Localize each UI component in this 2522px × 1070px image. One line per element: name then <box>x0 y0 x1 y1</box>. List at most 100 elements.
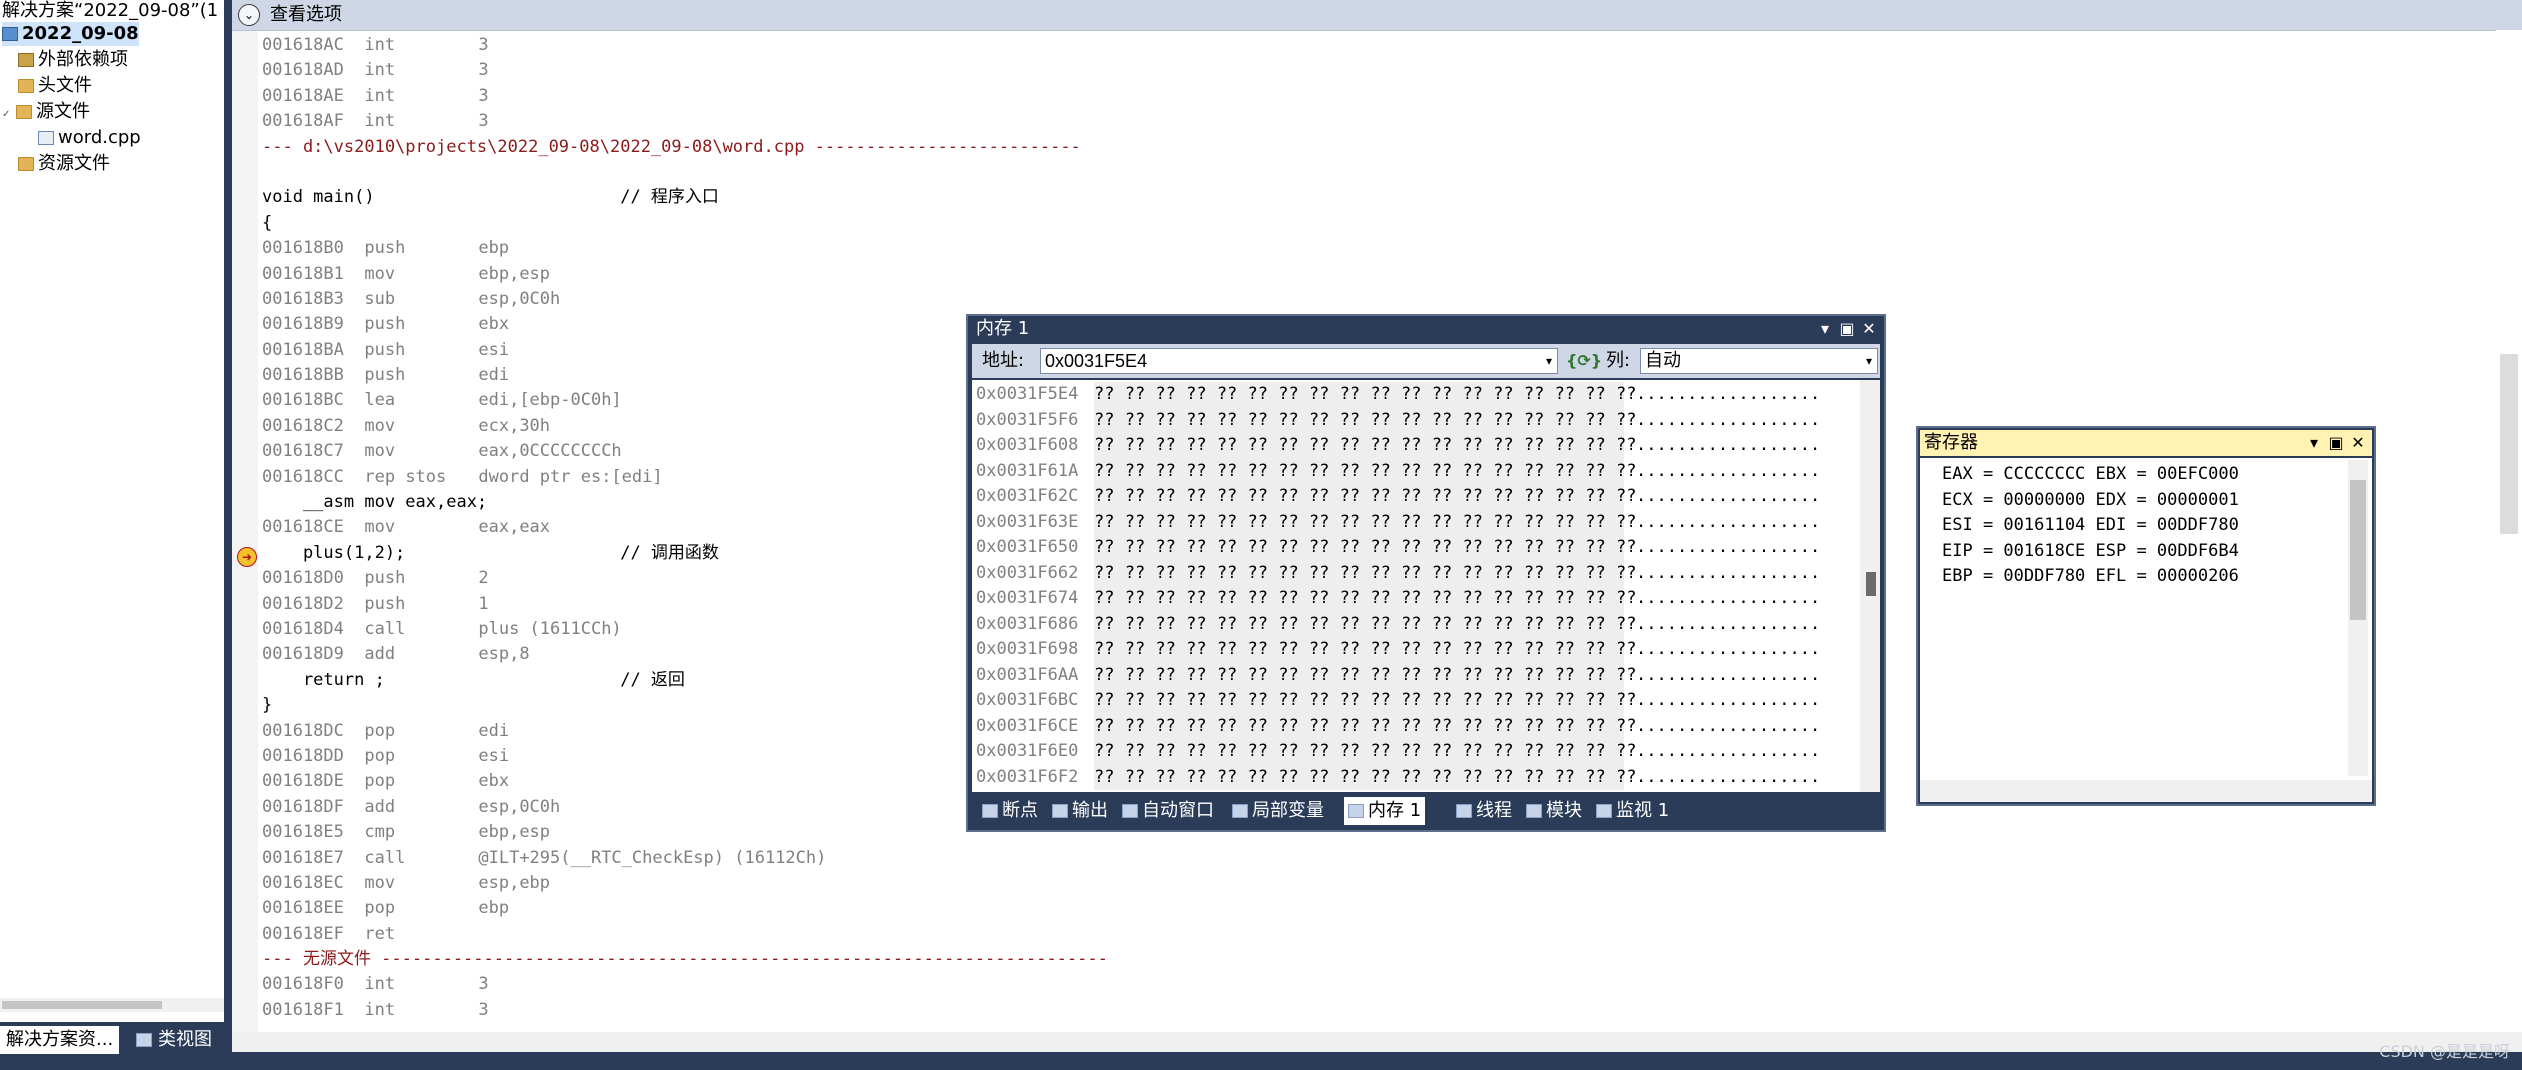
register-line[interactable]: EBP = 00DDF780 EFL = 00000206 <box>1942 564 2239 590</box>
memory-row[interactable]: 0x0031F63E ?? ?? ?? ?? ?? ?? ?? ?? ?? ?? … <box>976 509 1820 535</box>
tab-locals[interactable]: 局部变量 <box>1228 797 1328 825</box>
memory-hex-bytes: ?? ?? ?? ?? ?? ?? ?? ?? ?? ?? ?? ?? ?? ?… <box>1094 637 1636 663</box>
memory-row[interactable]: 0x0031F5F6 ?? ?? ?? ?? ?? ?? ?? ?? ?? ?? … <box>976 407 1820 433</box>
window-menu-dropdown-icon[interactable]: ▾ <box>1814 316 1836 342</box>
memory-row[interactable]: 0x0031F62C ?? ?? ?? ?? ?? ?? ?? ?? ?? ?? … <box>976 484 1820 510</box>
tree-item-project[interactable]: 2022_09-08 <box>2 22 139 46</box>
tab-solution-explorer[interactable]: 解决方案资... <box>0 1026 120 1054</box>
opcode: int <box>364 35 396 55</box>
solution-title[interactable]: 解决方案“2022_09-08”(1 个 <box>2 0 224 22</box>
close-icon[interactable]: ✕ <box>1858 316 1880 342</box>
asm-line[interactable]: 001618AF int 3 <box>262 109 1108 134</box>
separator-line[interactable]: --- d:\vs2010\projects\2022_09-08\2022_0… <box>262 135 1108 160</box>
tree-item-external-deps[interactable]: 外部依赖项 <box>18 48 128 72</box>
register-lines[interactable]: EAX = CCCCCCCC EBX = 00EFC000 ECX = 00000… <box>1942 462 2239 590</box>
asm-line[interactable]: 001618E7 call @ILT+295(__RTC_CheckEsp) (1… <box>262 846 1108 871</box>
memory-row[interactable]: 0x0031F698 ?? ?? ?? ?? ?? ?? ?? ?? ?? ?? … <box>976 637 1820 663</box>
memory-row[interactable]: 0x0031F674 ?? ?? ?? ?? ?? ?? ?? ?? ?? ?? … <box>976 586 1820 612</box>
asm-line[interactable]: 001618F1 int 3 <box>262 998 1108 1023</box>
instruction-address: 001618F1 <box>262 999 344 1020</box>
memory-hex-bytes: ?? ?? ?? ?? ?? ?? ?? ?? ?? ?? ?? ?? ?? ?… <box>1094 611 1636 637</box>
memory-hex-bytes: ?? ?? ?? ?? ?? ?? ?? ?? ?? ?? ?? ?? ?? ?… <box>1094 662 1636 688</box>
asm-line[interactable]: 001618B3 sub esp,0C0h <box>262 287 1108 312</box>
registers-window-titlebar[interactable]: 寄存器 ▾ ▣ ✕ <box>1920 430 2372 456</box>
scrollbar-thumb[interactable] <box>2 1001 162 1009</box>
tree-item-resource-files[interactable]: 资源文件 <box>18 152 110 176</box>
asm-line[interactable]: 001618EF ret <box>262 922 1108 947</box>
tab-output[interactable]: 输出 <box>1048 797 1112 825</box>
source-line: __asm mov eax,eax; <box>262 492 488 513</box>
asm-line[interactable]: 001618EE pop ebp <box>262 896 1108 921</box>
operands: esp,0C0h <box>478 288 561 309</box>
solution-explorer-panel: 解决方案“2022_09-08”(1 个 2022_09-08 外部依赖项 头文… <box>0 0 224 1022</box>
editor-horizontal-scrollbar[interactable] <box>232 1032 2522 1052</box>
tab-autos[interactable]: 自动窗口 <box>1118 797 1218 825</box>
register-line[interactable]: ESI = 00161104 EDI = 00DDF780 <box>1942 513 2239 539</box>
scrollbar-thumb[interactable] <box>1866 572 1876 596</box>
chevron-down-icon[interactable]: ▾ <box>1860 348 1878 374</box>
chevron-down-icon[interactable]: ▾ <box>1540 348 1558 374</box>
scrollbar-thumb[interactable] <box>2350 480 2366 620</box>
memory-rows[interactable]: 0x0031F5E4 ?? ?? ?? ?? ?? ?? ?? ?? ?? ?? … <box>976 382 1820 790</box>
close-icon[interactable]: ✕ <box>2348 430 2368 456</box>
asm-line[interactable]: 001618B0 push ebp <box>262 236 1108 261</box>
solution-horizontal-scrollbar[interactable] <box>0 998 224 1012</box>
memory-vertical-scrollbar[interactable] <box>1860 380 1880 792</box>
registers-horizontal-scrollbar[interactable] <box>1920 780 2372 802</box>
registers-vertical-scrollbar[interactable] <box>2348 460 2368 776</box>
tab-breakpoints[interactable]: 断点 <box>978 797 1042 825</box>
columns-select[interactable]: 自动 <box>1640 348 1878 374</box>
view-options-bar: ⌄ 查看选项 <box>232 0 2522 31</box>
tab-watch[interactable]: 监视 1 <box>1592 797 1673 825</box>
view-options-label[interactable]: 查看选项 <box>270 3 342 27</box>
memory-window-titlebar[interactable]: 内存 1 ▾ ▣ ✕ <box>968 316 1884 342</box>
tab-threads[interactable]: 线程 <box>1452 797 1516 825</box>
tab-modules[interactable]: 模块 <box>1522 797 1586 825</box>
registers-content[interactable]: EAX = CCCCCCCC EBX = 00EFC000 ECX = 00000… <box>1920 458 2372 802</box>
memory-row[interactable]: 0x0031F61A ?? ?? ?? ?? ?? ?? ?? ?? ?? ?? … <box>976 458 1820 484</box>
separator-line[interactable]: --- 无源文件 -------------------------------… <box>262 947 1108 972</box>
tab-label: 内存 1 <box>1368 800 1422 821</box>
asm-line[interactable]: 001618AC int 3 <box>262 33 1108 58</box>
maximize-icon[interactable]: ▣ <box>1836 316 1858 342</box>
address-input[interactable]: 0x0031F5E4 <box>1040 348 1558 374</box>
window-menu-dropdown-icon[interactable]: ▾ <box>2304 430 2324 456</box>
source-code-line[interactable]: { <box>262 211 1108 236</box>
tree-item-word-cpp[interactable]: word.cpp <box>38 126 141 150</box>
reevaluate-icon[interactable]: {⟳} <box>1566 348 1602 374</box>
expand-chevron-icon[interactable]: ✓ <box>2 103 16 127</box>
tab-class-view[interactable]: 类视图 <box>130 1026 218 1054</box>
maximize-icon[interactable]: ▣ <box>2326 430 2346 456</box>
asm-line[interactable]: 001618B1 mov ebp,esp <box>262 262 1108 287</box>
scrollbar-thumb[interactable] <box>2500 354 2518 534</box>
memory-row[interactable]: 0x0031F650 ?? ?? ?? ?? ?? ?? ?? ?? ?? ?? … <box>976 535 1820 561</box>
tab-memory[interactable]: 内存 1 <box>1344 797 1426 825</box>
asm-line[interactable]: 001618F0 int 3 <box>262 972 1108 997</box>
memory-hex-bytes: ?? ?? ?? ?? ?? ?? ?? ?? ?? ?? ?? ?? ?? ?… <box>1094 407 1636 433</box>
memory-row[interactable]: 0x0031F6E0 ?? ?? ?? ?? ?? ?? ?? ?? ?? ?? … <box>976 739 1820 765</box>
asm-line[interactable]: 001618AE int 3 <box>262 84 1108 109</box>
tree-item-source-files[interactable]: ✓ 源文件 <box>2 100 90 127</box>
register-line[interactable]: EIP = 001618CE ESP = 00DDF6B4 <box>1942 539 2239 565</box>
memory-row[interactable]: 0x0031F608 ?? ?? ?? ?? ?? ?? ?? ?? ?? ?? … <box>976 433 1820 459</box>
chevron-down-icon[interactable]: ⌄ <box>238 4 260 26</box>
memory-row[interactable]: 0x0031F5E4 ?? ?? ?? ?? ?? ?? ?? ?? ?? ?? … <box>976 382 1820 408</box>
source-code-line[interactable] <box>262 160 1108 185</box>
memory-row[interactable]: 0x0031F6BC ?? ?? ?? ?? ?? ?? ?? ?? ?? ?? … <box>976 688 1820 714</box>
editor-vertical-scrollbar[interactable] <box>2496 30 2522 1030</box>
editor-gutter[interactable]: ➜ <box>232 31 258 1051</box>
memory-row[interactable]: 0x0031F6AA ?? ?? ?? ?? ?? ?? ?? ?? ?? ?? … <box>976 662 1820 688</box>
asm-line[interactable]: 001618EC mov esp,ebp <box>262 871 1108 896</box>
memory-address: 0x0031F5E4 <box>976 384 1079 404</box>
register-line[interactable]: ECX = 00000000 EDX = 00000001 <box>1942 488 2239 514</box>
instruction-address: 001618D9 <box>262 644 344 665</box>
memory-row[interactable]: 0x0031F6CE ?? ?? ?? ?? ?? ?? ?? ?? ?? ?? … <box>976 713 1820 739</box>
source-code-line[interactable]: void main() // 程序入口 <box>262 185 1108 210</box>
memory-row[interactable]: 0x0031F662 ?? ?? ?? ?? ?? ?? ?? ?? ?? ?? … <box>976 560 1820 586</box>
memory-content[interactable]: 0x0031F5E4 ?? ?? ?? ?? ?? ?? ?? ?? ?? ?? … <box>972 380 1880 792</box>
memory-row[interactable]: 0x0031F6F2 ?? ?? ?? ?? ?? ?? ?? ?? ?? ?? … <box>976 764 1820 790</box>
register-line[interactable]: EAX = CCCCCCCC EBX = 00EFC000 <box>1942 462 2239 488</box>
asm-line[interactable]: 001618AD int 3 <box>262 58 1108 83</box>
tree-item-header-files[interactable]: 头文件 <box>18 74 92 98</box>
memory-row[interactable]: 0x0031F686 ?? ?? ?? ?? ?? ?? ?? ?? ?? ?? … <box>976 611 1820 637</box>
